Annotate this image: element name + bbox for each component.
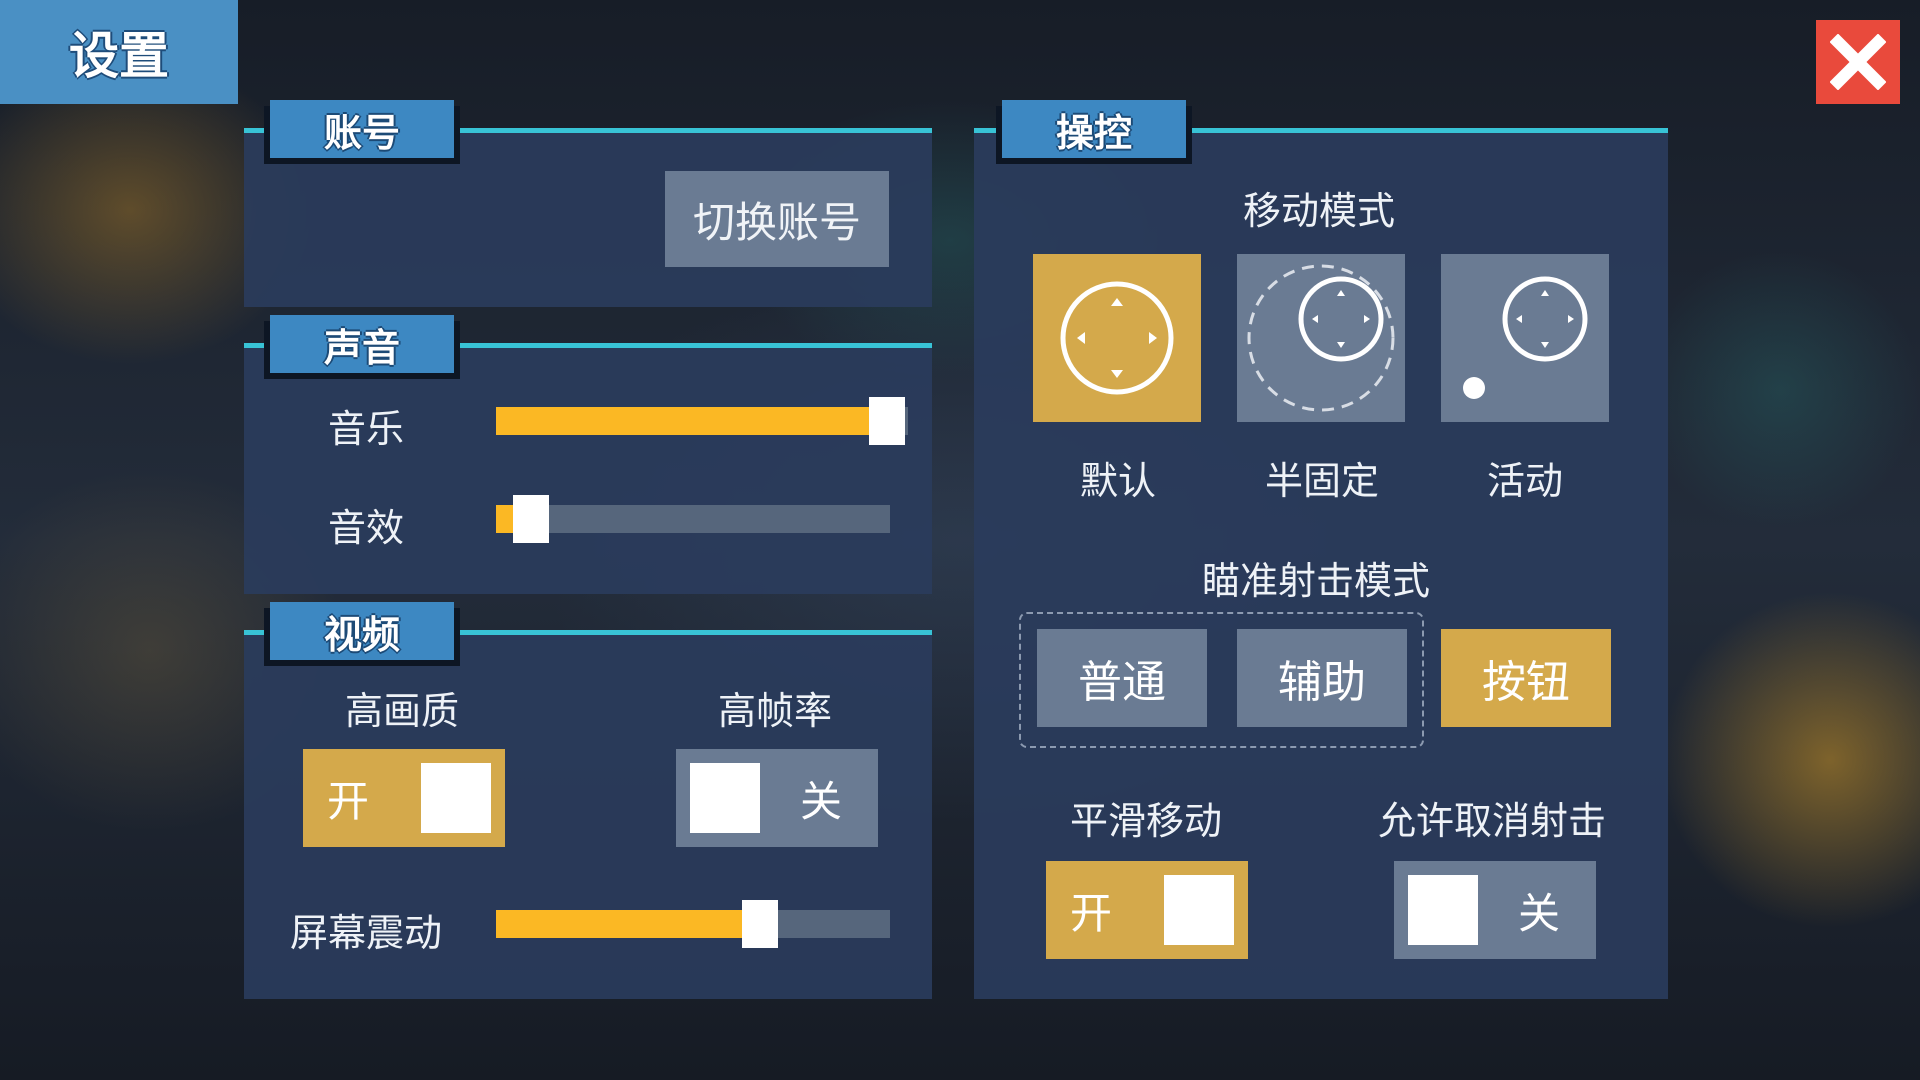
sfx-label: 音效 <box>328 506 405 550</box>
sfx-slider-knob[interactable] <box>513 495 550 543</box>
screen-shake-label: 屏幕震动 <box>290 911 443 955</box>
video-tab: 视频 <box>270 602 454 660</box>
smooth-move-state: 开 <box>1069 888 1112 938</box>
settings-title: 设置 <box>0 0 238 104</box>
allow-cancel-state: 关 <box>1517 888 1560 938</box>
high-quality-label: 高画质 <box>345 689 460 733</box>
sfx-slider[interactable] <box>496 495 890 543</box>
high-fps-state: 关 <box>799 776 842 826</box>
move-mode-default[interactable] <box>1033 254 1201 422</box>
music-slider-fill <box>496 407 888 435</box>
close-icon <box>1830 34 1886 90</box>
account-tab: 账号 <box>270 100 454 158</box>
joystick-semi-fixed-icon <box>1247 264 1395 412</box>
joystick-default-icon <box>1060 281 1174 395</box>
aim-mode-normal[interactable]: 普通 <box>1037 629 1207 727</box>
aim-mode-button[interactable]: 按钮 <box>1441 629 1611 727</box>
move-mode-name-active: 活动 <box>1487 459 1564 503</box>
move-mode-active[interactable] <box>1441 254 1609 422</box>
screen-shake-slider-fill <box>496 910 760 938</box>
high-fps-toggle[interactable]: 关 <box>676 749 878 847</box>
high-fps-label: 高帧率 <box>718 689 833 733</box>
smooth-move-label: 平滑移动 <box>1070 799 1223 843</box>
smooth-move-toggle[interactable]: 开 <box>1046 861 1248 959</box>
high-quality-toggle[interactable]: 开 <box>303 749 505 847</box>
screen-shake-slider-knob[interactable] <box>741 900 778 948</box>
sound-panel <box>244 343 932 594</box>
move-mode-name-semi-fixed: 半固定 <box>1265 459 1380 503</box>
move-mode-semi-fixed[interactable] <box>1237 254 1405 422</box>
sound-tab: 声音 <box>270 315 454 373</box>
music-label: 音乐 <box>328 407 405 451</box>
toggle-knob <box>1408 875 1478 945</box>
music-slider-knob[interactable] <box>869 397 906 445</box>
switch-account-button[interactable]: 切换账号 <box>665 171 889 267</box>
close-button[interactable] <box>1816 20 1900 104</box>
toggle-knob <box>421 763 491 833</box>
screen-shake-slider[interactable] <box>496 900 890 948</box>
move-mode-name-default: 默认 <box>1080 459 1157 503</box>
high-quality-state: 开 <box>326 776 369 826</box>
move-mode-label: 移动模式 <box>1243 189 1396 233</box>
allow-cancel-toggle[interactable]: 关 <box>1394 861 1596 959</box>
control-tab: 操控 <box>1002 100 1186 158</box>
toggle-knob <box>690 763 760 833</box>
toggle-knob <box>1164 875 1234 945</box>
aim-mode-assist[interactable]: 辅助 <box>1237 629 1407 727</box>
joystick-active-icon <box>1463 276 1588 399</box>
aim-mode-label: 瞄准射击模式 <box>1202 559 1431 603</box>
music-slider[interactable] <box>496 397 908 445</box>
allow-cancel-label: 允许取消射击 <box>1378 799 1607 843</box>
